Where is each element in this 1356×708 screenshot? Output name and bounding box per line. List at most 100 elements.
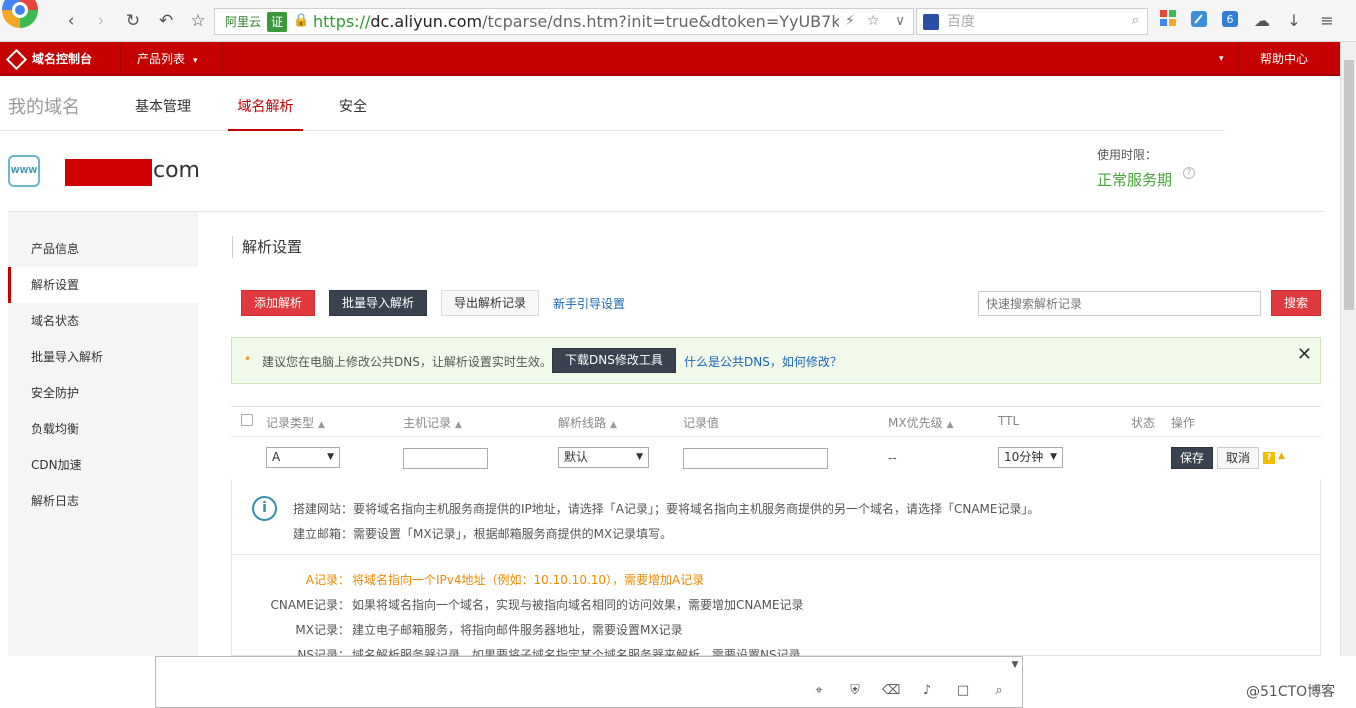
help-circle-icon[interactable]: ?: [1183, 167, 1195, 179]
browser-logo-icon[interactable]: [0, 0, 44, 34]
select-all-checkbox[interactable]: [241, 414, 253, 426]
pin-icon[interactable]: ⌖: [810, 683, 828, 698]
column-line-label: 解析线路: [558, 416, 607, 430]
public-dns-notice: • 建议您在电脑上修改公共DNS，让解析设置实时生效。 下载DNS修改工具 什么…: [231, 337, 1321, 384]
add-record-button[interactable]: 添加解析: [241, 290, 316, 316]
sort-up-icon[interactable]: ▲: [318, 420, 325, 430]
favorite-star-icon[interactable]: ☆: [867, 13, 880, 29]
cancel-button[interactable]: 取消: [1217, 447, 1260, 469]
svg-text:6: 6: [1227, 13, 1234, 26]
new-record-row: A ▼ 默认 ▼ -- 10分钟 ▼ 保存 取消 ? ▲: [231, 437, 1321, 479]
speaker-icon[interactable]: ♪: [918, 683, 936, 698]
console-home-link[interactable]: 域名控制台: [0, 42, 120, 76]
dropdown-icon[interactable]: ∨: [895, 13, 905, 29]
sidebar-item-dns-log[interactable]: 解析日志: [8, 483, 198, 519]
help-center-link[interactable]: 帮助中心: [1260, 42, 1308, 76]
tab-security[interactable]: 安全: [339, 96, 367, 131]
column-mx-label: MX优先级: [888, 416, 943, 430]
browser-search-box[interactable]: 百度 ⌕: [916, 8, 1148, 35]
magnifier-icon[interactable]: ⌕: [1132, 13, 1139, 28]
export-records-button[interactable]: 导出解析记录: [441, 290, 540, 316]
sidebar-item-dns-settings[interactable]: 解析设置: [8, 267, 198, 303]
public-dns-help-link[interactable]: 什么是公共DNS，如何修改？: [684, 353, 842, 370]
tab-basic-management[interactable]: 基本管理: [135, 96, 191, 131]
sidebar-item-domain-status[interactable]: 域名状态: [8, 303, 198, 339]
product-list-menu[interactable]: 产品列表 ▾: [137, 42, 198, 76]
url-protocol: https://: [313, 12, 371, 31]
sort-up-icon[interactable]: ▲: [947, 420, 954, 430]
resolution-line-value: 默认: [564, 450, 589, 464]
service-period-label: 使用时限：: [1097, 148, 1158, 162]
chevron-down-icon[interactable]: ▾: [1219, 42, 1224, 76]
column-host-label: 主机记录: [403, 416, 452, 430]
window-icon[interactable]: □: [954, 683, 972, 698]
sidebar-item-security[interactable]: 安全防护: [8, 375, 198, 411]
shield-icon[interactable]: ⛨: [846, 683, 864, 698]
download-icon[interactable]: ↓: [1283, 10, 1305, 32]
column-line[interactable]: 解析线路 ▲: [558, 414, 617, 431]
help-website-tip: 搭建网站：要将域名指向主机服务商提供的IP地址，请选择「A记录」；要将域名指向主…: [293, 502, 1040, 516]
www-icon: WWW: [8, 155, 40, 187]
bulk-import-button[interactable]: 批量导入解析: [329, 290, 428, 316]
save-button[interactable]: 保存: [1171, 447, 1214, 469]
mx-record-desc: 建立电子邮箱服务，将指向邮件服务器地址，需要设置MX记录: [352, 623, 683, 637]
ttl-select[interactable]: 10分钟 ▼: [998, 447, 1063, 468]
address-bar[interactable]: 阿里云 证 🔒 https://dc.aliyun.com/tcparse/dn…: [214, 8, 914, 35]
nav-divider: [1238, 42, 1239, 76]
download-dns-tool-button[interactable]: 下载DNS修改工具: [552, 348, 676, 373]
sort-up-icon[interactable]: ▲: [455, 420, 462, 430]
column-record-type[interactable]: 记录类型 ▲: [266, 414, 325, 431]
help-icon[interactable]: ?: [1263, 452, 1275, 464]
undo-icon[interactable]: ↶: [155, 10, 177, 32]
baidu-icon[interactable]: [923, 14, 939, 30]
scrollbar-thumb[interactable]: [1344, 60, 1354, 310]
sidebar-item-load-balance[interactable]: 负载均衡: [8, 411, 198, 447]
close-icon[interactable]: ✕: [1297, 344, 1312, 365]
divider: [8, 211, 1324, 212]
scroll-down-icon[interactable]: ▼: [1007, 657, 1023, 673]
my-domains-link[interactable]: 我的域名: [8, 93, 80, 119]
reload-icon[interactable]: ↻: [122, 10, 144, 32]
search-button[interactable]: 搜索: [1271, 290, 1322, 316]
cloud-icon[interactable]: ☁: [1251, 10, 1273, 32]
app-root: ‹ › ↻ ↶ ☆ 阿里云 证 🔒 https://dc.aliyun.com/…: [0, 0, 1356, 708]
bookmark-star-icon[interactable]: ☆: [187, 10, 209, 32]
sidebar-item-bulk-import[interactable]: 批量导入解析: [8, 339, 198, 375]
resolution-line-select[interactable]: 默认 ▼: [558, 447, 649, 468]
column-mx[interactable]: MX优先级 ▲: [888, 414, 954, 431]
url-text[interactable]: https://dc.aliyun.com/tcparse/dns.htm?in…: [313, 12, 839, 32]
mx-priority-value: --: [888, 451, 897, 465]
forward-icon[interactable]: ›: [90, 10, 112, 32]
column-ttl: TTL: [998, 414, 1020, 428]
help-mail-tip: 建立邮箱：需要设置「MX记录」，根据邮箱服务商提供的MX记录填写。: [293, 527, 673, 541]
back-icon[interactable]: ‹: [60, 10, 82, 32]
column-host[interactable]: 主机记录 ▲: [403, 414, 462, 431]
apps-grid-icon[interactable]: [1157, 10, 1179, 32]
extension-icon[interactable]: 6: [1219, 10, 1241, 32]
notice-text: 建议您在电脑上修改公共DNS，让解析设置实时生效。: [262, 355, 552, 369]
sort-up-icon[interactable]: ▲: [610, 420, 617, 430]
record-type-select[interactable]: A ▼: [266, 447, 340, 468]
record-value-input[interactable]: [683, 448, 828, 469]
url-path: /tcparse/dns.htm?init=true&dtoken=YyUB7k…: [482, 12, 839, 31]
column-status: 状态: [1131, 416, 1156, 430]
collapse-up-icon[interactable]: ▲: [1278, 451, 1285, 461]
menu-icon[interactable]: ≡: [1316, 10, 1338, 32]
page-scrollbar[interactable]: [1340, 42, 1356, 656]
trash-icon[interactable]: ⌫: [882, 683, 900, 698]
tab-dns-resolution[interactable]: 域名解析: [228, 96, 303, 131]
cname-record-desc: 如果将域名指向一个域名，实现与被指向域名相同的访问效果，需要增加CNAME记录: [352, 598, 804, 612]
edit-note-icon[interactable]: [1188, 10, 1210, 32]
beginner-guide-link[interactable]: 新手引导设置: [553, 295, 625, 312]
record-search-input[interactable]: [978, 291, 1261, 316]
sidebar-item-product-info[interactable]: 产品信息: [8, 231, 198, 267]
overlay-window: [155, 656, 1023, 708]
watermark: @51CTO博客: [1246, 684, 1336, 700]
host-record-input[interactable]: [403, 448, 488, 469]
chevron-down-icon: ▾: [193, 56, 198, 66]
zoom-icon[interactable]: ⌕: [990, 683, 1008, 698]
product-list-label: 产品列表: [137, 52, 186, 66]
certificate-icon[interactable]: 证: [267, 12, 287, 32]
sidebar-item-cdn[interactable]: CDN加速: [8, 447, 198, 483]
lightning-icon[interactable]: ⚡: [845, 13, 855, 29]
